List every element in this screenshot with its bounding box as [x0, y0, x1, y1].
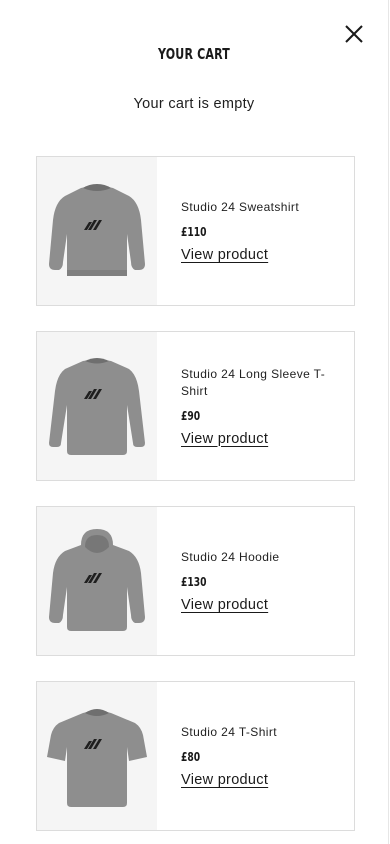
cart-title: YOUR CART	[157, 45, 231, 63]
empty-cart-message: Your cart is empty	[133, 96, 255, 112]
cart-drawer: YOUR CART Your cart is empty Studio 24 S…	[0, 0, 389, 844]
product-price: £130	[181, 575, 207, 589]
product-info: Studio 24 Long Sleeve T-Shirt £90 View p…	[157, 332, 354, 480]
product-info: Studio 24 Hoodie £130 View product	[157, 507, 354, 655]
product-name: Studio 24 Sweatshirt	[181, 200, 300, 214]
product-price: £110	[181, 225, 207, 239]
product-name: Studio 24 T-Shirt	[181, 725, 277, 739]
view-product-link[interactable]: View product	[181, 431, 268, 447]
product-price: £90	[181, 408, 201, 423]
product-card[interactable]: Studio 24 T-Shirt £80 View product	[36, 681, 355, 831]
product-image[interactable]	[37, 332, 157, 480]
product-card[interactable]: Studio 24 Long Sleeve T-Shirt £90 View p…	[36, 331, 355, 481]
product-image[interactable]	[37, 507, 157, 655]
close-icon	[345, 25, 363, 43]
product-image[interactable]	[37, 157, 157, 305]
product-name: Studio 24 Long Sleeve T-Shirt	[181, 366, 326, 398]
product-card[interactable]: Studio 24 Sweatshirt £110 View product	[36, 156, 355, 306]
sweatshirt-image	[49, 184, 145, 276]
view-product-link[interactable]: View product	[181, 247, 268, 263]
product-info: Studio 24 T-Shirt £80 View product	[157, 682, 354, 830]
long-sleeve-tshirt-image	[49, 358, 145, 455]
product-price: £80	[181, 750, 201, 764]
view-product-link[interactable]: View product	[181, 597, 268, 613]
product-name: Studio 24 Hoodie	[181, 550, 280, 564]
product-card[interactable]: Studio 24 Hoodie £130 View product	[36, 506, 355, 656]
view-product-link[interactable]: View product	[181, 772, 268, 788]
product-image[interactable]	[37, 682, 157, 830]
product-info: Studio 24 Sweatshirt £110 View product	[157, 157, 354, 305]
close-button[interactable]	[342, 22, 366, 46]
hoodie-image	[49, 529, 145, 631]
tshirt-image	[47, 709, 147, 807]
